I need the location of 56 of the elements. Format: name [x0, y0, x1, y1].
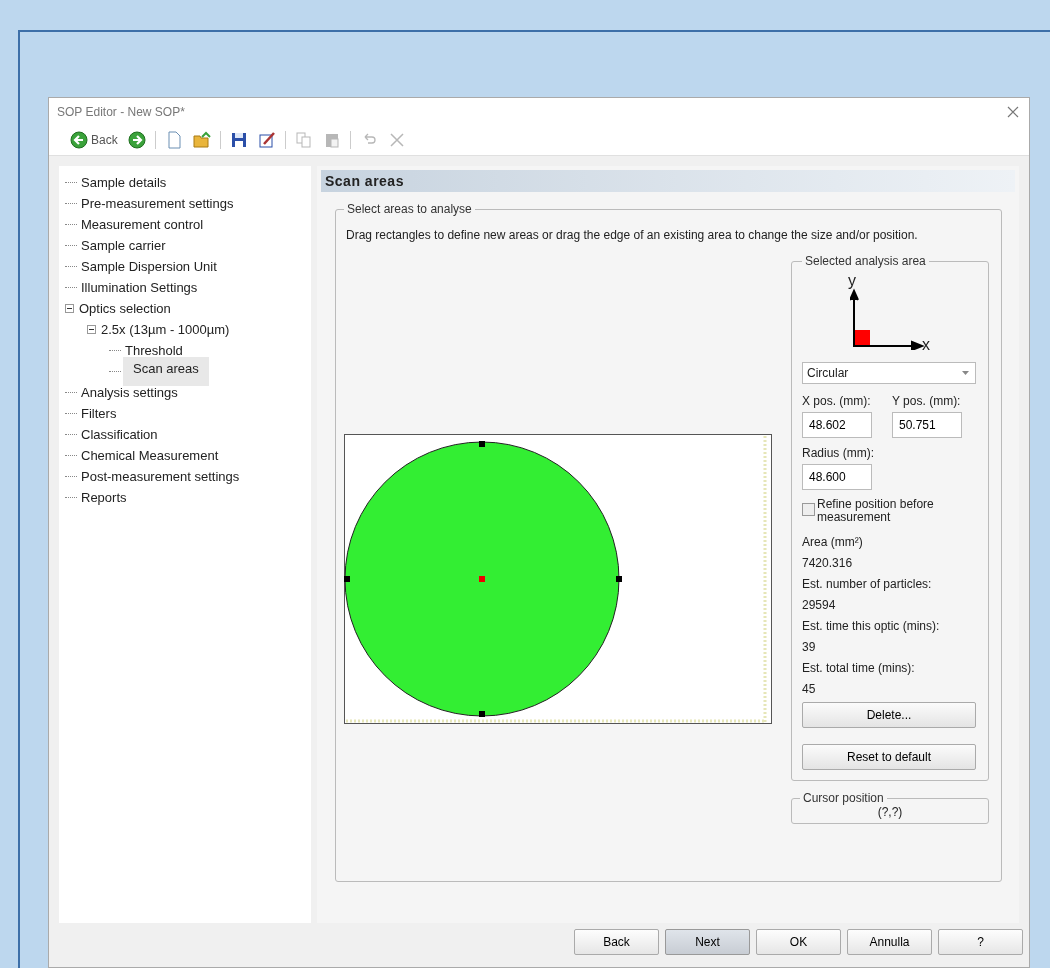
dialog-button[interactable]: OK [756, 929, 841, 955]
tree-item[interactable]: Reports [79, 490, 129, 505]
tree-item[interactable]: Illumination Settings [79, 280, 200, 295]
y-position-field[interactable]: 50.751 [892, 412, 962, 438]
tree-item[interactable]: Sample details [79, 175, 169, 190]
collapse-icon[interactable] [87, 325, 96, 334]
reset-button[interactable]: Reset to default [802, 744, 976, 770]
stat-label: Area (mm²) [802, 534, 863, 551]
dialog-button[interactable]: Back [574, 929, 659, 955]
caret-icon [962, 371, 969, 375]
tree-item[interactable]: Threshold [123, 343, 185, 358]
tree-item[interactable]: Filters [79, 406, 119, 421]
stat-label: Est. time this optic (mins): [802, 618, 940, 635]
tree-item[interactable]: Scan areas [123, 357, 209, 386]
group-title: Cursor position [802, 791, 885, 805]
delete-button[interactable]: Delete... [802, 702, 976, 728]
tree-item[interactable]: Pre-measurement settings [79, 196, 236, 211]
checkbox-label: Refine position before measurement [817, 498, 935, 524]
collapse-icon[interactable] [65, 304, 74, 313]
group-title: Selected analysis area [804, 254, 927, 268]
dialog-button[interactable]: Annulla [847, 929, 932, 955]
back-button[interactable]: Back [67, 130, 121, 150]
tree-item[interactable]: Classification [79, 427, 160, 442]
close-icon[interactable] [1007, 105, 1019, 118]
x-position-field[interactable]: 48.602 [802, 412, 872, 438]
checkbox[interactable] [802, 503, 815, 516]
group-title: Select areas to analyse [346, 202, 473, 216]
panel-header: Scan areas [321, 170, 1015, 192]
dialog-button[interactable]: Next [665, 929, 750, 955]
stat-value: 39 [802, 639, 816, 656]
tree-item[interactable]: Measurement control [79, 217, 206, 232]
dialog-button[interactable]: ? [938, 929, 1023, 955]
tree-item[interactable]: Sample carrier [79, 238, 168, 253]
tree-item[interactable]: Sample Dispersion Unit [79, 259, 219, 274]
tree-item[interactable]: Post-measurement settings [79, 469, 242, 484]
axis-label: y [848, 272, 856, 290]
back-arrow-icon [70, 131, 88, 149]
stat-label: Est. total time (mins): [802, 660, 915, 677]
shape-dropdown[interactable]: Circular [802, 362, 976, 384]
axis-label: x [922, 336, 930, 354]
instructions-text: Drag rectangles to define new areas or drag the edge of an existing area to change the size and/or position. [346, 228, 919, 242]
stat-value: 29594 [802, 597, 836, 614]
radius-field[interactable]: 48.600 [802, 464, 872, 490]
tree-item[interactable]: 2.5x (13µm - 1000µm) [99, 322, 232, 337]
cursor-position-value: (?,?) [876, 805, 904, 819]
stat-value: 7420.316 [802, 555, 853, 572]
tree-item[interactable]: Chemical Measurement [79, 448, 221, 463]
tree-item[interactable]: Optics selection [77, 301, 173, 316]
stat-label: Est. number of particles: [802, 576, 932, 593]
field-label: Radius (mm): [802, 446, 874, 460]
stat-value: 45 [802, 681, 816, 698]
field-label: Y pos. (mm): [892, 394, 962, 408]
tree-item[interactable]: Analysis settings [79, 385, 180, 400]
scan-area-canvas[interactable] [344, 434, 772, 724]
window-title: SOP Editor - New SOP* [57, 104, 185, 119]
field-label: X pos. (mm): [802, 394, 872, 408]
